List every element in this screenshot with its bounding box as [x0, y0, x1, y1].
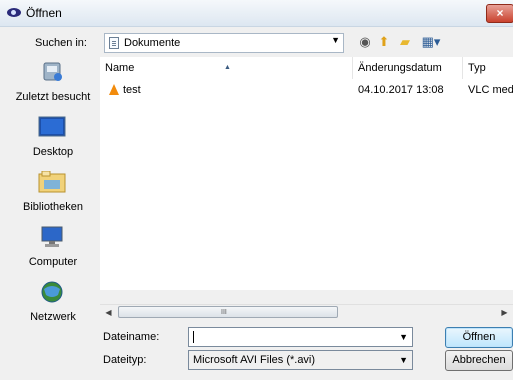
- lookin-label: Suchen in:: [35, 37, 87, 49]
- file-date: 04.10.2017 13:08: [358, 84, 444, 96]
- open-button[interactable]: Öffnen: [445, 327, 513, 348]
- scroll-thumb[interactable]: III: [118, 306, 338, 318]
- filetype-label: Dateityp:: [103, 354, 147, 366]
- file-type: VLC media: [468, 84, 513, 96]
- document-folder-icon: [109, 37, 119, 49]
- filename-label: Dateiname:: [103, 331, 160, 343]
- column-header-type[interactable]: Typ: [463, 57, 513, 79]
- lookin-value: Dokumente: [124, 37, 181, 49]
- file-row[interactable]: test 04.10.2017 13:08 VLC media: [100, 81, 513, 99]
- place-libraries[interactable]: Bibliotheken: [6, 167, 100, 222]
- place-desktop[interactable]: Desktop: [6, 112, 100, 167]
- cancel-button[interactable]: Abbrechen: [445, 350, 513, 371]
- text-caret: [193, 331, 194, 343]
- view-menu-icon[interactable]: ▦▾: [419, 34, 443, 50]
- place-network[interactable]: Netzwerk: [6, 277, 100, 332]
- up-folder-icon[interactable]: ⬆: [376, 34, 392, 50]
- horizontal-scrollbar[interactable]: ◀ III ▶: [100, 304, 513, 320]
- place-label: Zuletzt besucht: [15, 91, 91, 103]
- column-header-name[interactable]: Name ▲: [100, 57, 353, 79]
- place-label: Computer: [28, 256, 78, 268]
- chevron-down-icon[interactable]: ▼: [399, 351, 408, 369]
- chevron-down-icon[interactable]: ▼: [399, 328, 408, 346]
- file-name: test: [123, 84, 141, 96]
- file-list[interactable]: Name ▲ Änderungsdatum Typ test 04.10.201…: [100, 57, 513, 290]
- back-icon[interactable]: ◉: [357, 34, 373, 50]
- desktop-icon: [38, 116, 66, 138]
- recent-places-icon: [38, 61, 66, 83]
- lookin-dropdown[interactable]: Dokumente ▼: [104, 33, 344, 53]
- filetype-select[interactable]: Microsoft AVI Files (*.avi) ▼: [188, 350, 413, 370]
- title-bar[interactable]: Öffnen ×: [0, 0, 513, 27]
- place-recent[interactable]: Zuletzt besucht: [6, 57, 100, 112]
- place-label: Bibliotheken: [23, 201, 83, 213]
- close-button[interactable]: ×: [486, 4, 513, 23]
- chevron-down-icon[interactable]: ▼: [331, 35, 340, 45]
- place-label: Netzwerk: [30, 311, 76, 323]
- computer-icon: [38, 226, 66, 248]
- place-computer[interactable]: Computer: [6, 222, 100, 277]
- sort-ascending-icon: ▲: [224, 64, 231, 71]
- network-icon: [38, 281, 66, 303]
- filename-input[interactable]: ▼: [188, 327, 413, 347]
- scroll-left-icon[interactable]: ◀: [101, 306, 116, 319]
- scroll-right-icon[interactable]: ▶: [497, 306, 512, 319]
- vlc-eye-icon: [7, 8, 21, 17]
- vlc-cone-icon: [109, 84, 119, 95]
- window-title: Öffnen: [26, 6, 62, 20]
- column-header-date[interactable]: Änderungsdatum: [353, 57, 463, 79]
- place-label: Desktop: [32, 146, 74, 158]
- open-file-dialog: Öffnen × Suchen in: Dokumente ▼ ◉ ⬆ ▰ ▦▾…: [0, 0, 513, 380]
- libraries-icon: [38, 170, 66, 193]
- scroll-grip: III: [221, 309, 227, 316]
- new-folder-icon[interactable]: ▰: [397, 34, 413, 50]
- places-bar: Zuletzt besucht Desktop Bibliotheken Com…: [6, 57, 100, 347]
